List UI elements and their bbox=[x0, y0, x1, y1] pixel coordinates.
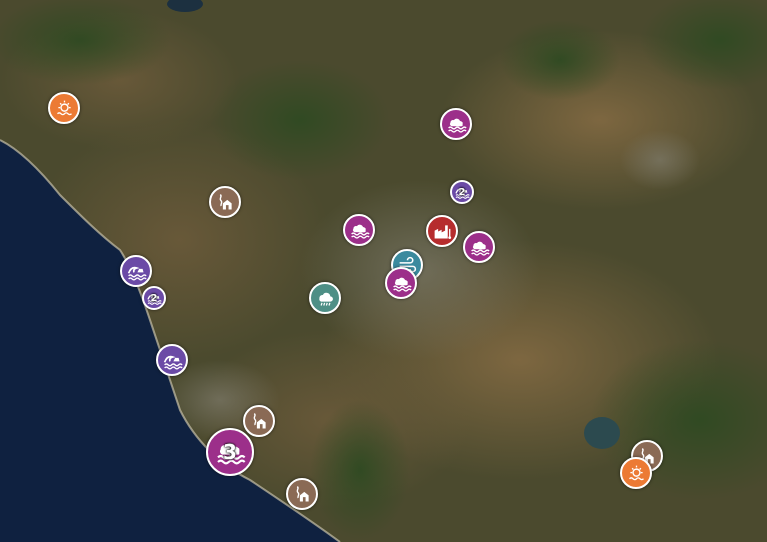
storm-surge-marker[interactable]: 2 bbox=[450, 180, 474, 204]
heat-wave-marker[interactable] bbox=[620, 457, 652, 489]
landslide-marker[interactable] bbox=[243, 405, 275, 437]
flood-marker[interactable] bbox=[343, 214, 375, 246]
landslide-marker[interactable] bbox=[209, 186, 241, 218]
flood-icon bbox=[469, 237, 490, 258]
heat-wave-icon bbox=[626, 463, 647, 484]
flood-marker[interactable] bbox=[385, 267, 417, 299]
flood-marker[interactable] bbox=[463, 231, 495, 263]
cluster-count: 2 bbox=[150, 292, 158, 304]
heavy-rain-icon bbox=[315, 288, 336, 309]
storm-surge-icon bbox=[162, 350, 183, 371]
storm-surge-marker[interactable] bbox=[156, 344, 188, 376]
heat-wave-icon bbox=[54, 98, 75, 119]
lake bbox=[584, 417, 620, 449]
cluster-count: 2 bbox=[458, 186, 466, 198]
landslide-marker[interactable] bbox=[286, 478, 318, 510]
landslide-icon bbox=[249, 411, 270, 432]
industrial-accident-marker[interactable] bbox=[426, 215, 458, 247]
storm-surge-marker[interactable]: 2 bbox=[142, 286, 166, 310]
flood-icon bbox=[349, 220, 370, 241]
landslide-icon bbox=[215, 192, 236, 213]
heavy-rain-marker[interactable] bbox=[309, 282, 341, 314]
industrial-accident-icon bbox=[432, 221, 453, 242]
heat-wave-marker[interactable] bbox=[48, 92, 80, 124]
storm-surge-marker[interactable] bbox=[120, 255, 152, 287]
storm-surge-icon bbox=[126, 261, 147, 282]
flood-icon bbox=[446, 114, 467, 135]
landslide-icon bbox=[292, 484, 313, 505]
flood-icon bbox=[391, 273, 412, 294]
satellite-map[interactable]: 2 2 3 bbox=[0, 0, 767, 542]
flood-marker[interactable]: 3 bbox=[206, 428, 254, 476]
flood-marker[interactable] bbox=[440, 108, 472, 140]
cluster-count: 3 bbox=[223, 440, 237, 464]
